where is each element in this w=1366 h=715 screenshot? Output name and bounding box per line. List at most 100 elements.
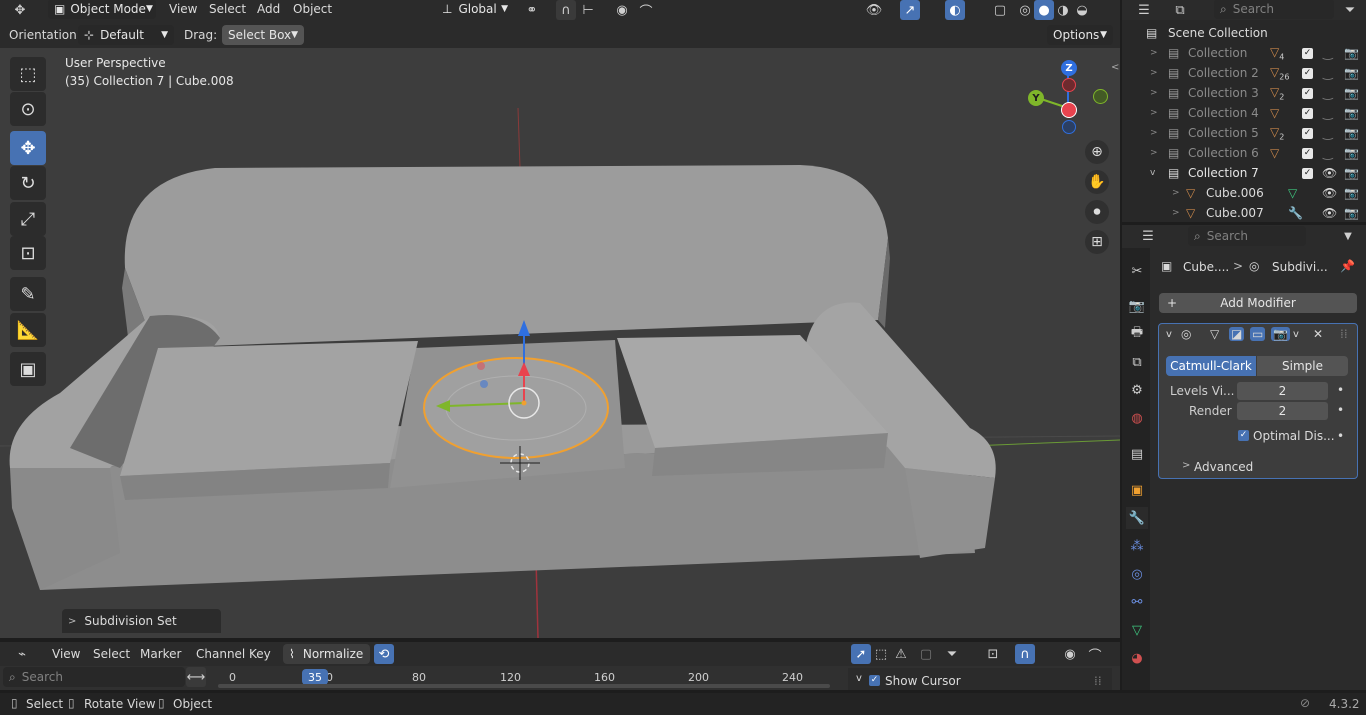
rotate-tool-icon[interactable]: ↻ [10,166,46,200]
mode-dropdown[interactable]: ▣ Object Mode ▼ [48,0,156,19]
transform-orientation-dropdown[interactable]: ⊥ Global ▼ [436,0,514,19]
exclude-checkbox[interactable]: ✓ [1302,147,1313,159]
proportional-edit-icon[interactable]: ◉ [612,0,632,20]
gizmo-toggle-icon[interactable]: ↗ [900,0,920,20]
xray-icon[interactable]: ▢ [990,0,1010,20]
viewport-3d[interactable]: User Perspective (35) Collection 7 | Cub… [0,48,1120,638]
visibility-hidden-icon[interactable]: ‿ [1323,106,1333,120]
visibility-hidden-icon[interactable]: ‿ [1323,146,1333,160]
collapse-chevron-icon[interactable]: v [1166,329,1172,340]
physics-tab-icon[interactable]: ◎ [1126,563,1148,585]
pin-icon[interactable]: 📌 [1340,259,1355,273]
timeline-scrollbar[interactable] [218,684,830,688]
proportional-icon[interactable]: ◉ [1060,644,1080,664]
gizmo-z-axis[interactable]: Z [1061,60,1077,76]
render-camera-icon[interactable]: 📷 [1344,46,1359,60]
outliner-row[interactable]: > ▤ Collection 6 ▽ ✓ ‿ 📷 [1124,143,1360,163]
render-camera-icon[interactable]: 📷 [1344,186,1359,200]
levels-viewport-field[interactable]: 2 [1237,382,1328,400]
timeline-menu-view[interactable]: View [52,645,80,663]
visibility-eye-icon[interactable]: 👁 [1322,186,1337,200]
outliner-row[interactable]: > ▤ Collection 3 ▽2 ✓ ‿ 📷 [1124,83,1360,103]
collection-tab-icon[interactable]: ▤ [1126,443,1148,465]
modifier-tab-icon[interactable]: 🔧 [1126,507,1148,529]
render-camera-icon[interactable]: 📷 [1344,86,1359,100]
edit-mode-toggle-icon[interactable]: ◪ [1229,327,1245,341]
menu-view[interactable]: View [169,0,197,18]
optimal-display-checkbox[interactable]: ✓ [1238,430,1249,441]
outliner-row[interactable]: > ▽ Cube.006 ▽ 👁 📷 [1124,183,1360,203]
timeline-menu-key[interactable]: Key [249,645,271,663]
scene-tab-icon[interactable]: ⚙ [1126,379,1148,401]
filter-icon[interactable]: ⏷ [1340,0,1360,20]
snapping-icon[interactable]: ∩ [1015,644,1035,664]
timeline-menu-channel[interactable]: Channel [196,645,245,663]
gizmo-z-axis-negative[interactable] [1062,120,1076,134]
measure-tool-icon[interactable]: 📐 [10,313,46,347]
perspective-grid-icon[interactable]: ⊞ [1085,230,1109,254]
last-operator-panel[interactable]: > Subdivision Set [62,609,221,633]
drag-handle-icon[interactable]: ⁞⁞ [1094,674,1102,688]
pan-hand-icon[interactable]: ✋ [1085,170,1109,194]
keyframe-dot-icon[interactable]: • [1337,429,1344,443]
pivot-icon[interactable]: ⚭ [522,0,542,20]
outliner-row[interactable]: > ▽ Cube.007 🔧 👁 📷 [1124,203,1360,223]
drag-dropdown[interactable]: Select Box ▼ [222,25,304,45]
material-tab-icon[interactable]: ◕ [1126,647,1148,669]
outliner-row[interactable]: > ▤ Collection ▽4 ✓ ‿ 📷 [1124,43,1360,63]
chevron-down-icon[interactable]: ▼ [1338,226,1358,246]
visibility-hidden-icon[interactable]: ‿ [1323,66,1333,80]
display-mode-icon[interactable]: ⧉ [1170,0,1190,20]
shading-rendered-icon[interactable]: ◒ [1072,0,1092,20]
show-hidden-icon[interactable]: ⬚ [871,644,891,664]
exclude-checkbox[interactable]: ✓ [1302,107,1313,119]
overlays-icon[interactable]: ◐ [945,0,965,20]
add-modifier-button[interactable]: + Add Modifier [1159,293,1357,313]
cursor-tool-icon[interactable]: ⊙ [10,92,46,126]
orientation-default-dropdown[interactable]: ⊹ Default ▼ [78,25,174,45]
visibility-hidden-icon[interactable]: ‿ [1323,86,1333,100]
visibility-hidden-icon[interactable]: ‿ [1323,46,1333,60]
world-tab-icon[interactable]: ◍ [1126,407,1148,429]
proportional-falloff-icon[interactable]: ⌒ [1085,644,1105,664]
keyframe-dot-icon[interactable]: • [1337,403,1344,417]
gizmo-x-axis-negative[interactable] [1062,78,1076,92]
gizmo-y-axis[interactable]: Y [1028,90,1044,106]
shading-solid-icon[interactable]: ● [1034,0,1054,20]
advanced-subpanel-label[interactable]: Advanced [1194,460,1253,474]
scale-tool-icon[interactable]: ⤢ [10,202,46,236]
annotate-tool-icon[interactable]: ✎ [10,277,46,311]
timeline-editor-icon[interactable]: ⌁ [12,644,32,664]
exclude-checkbox[interactable]: ✓ [1302,47,1313,59]
timeline-menu-select[interactable]: Select [93,645,130,663]
properties-editor-icon[interactable]: ☰ [1138,226,1158,246]
outliner-editor-icon[interactable]: ☰ [1134,0,1154,20]
visibility-icon[interactable]: 👁 [864,0,884,20]
render-tab-icon[interactable]: 📷 [1126,295,1148,317]
data-tab-icon[interactable]: ▽ [1126,619,1148,641]
panel-chevron-icon[interactable]: v [856,673,862,684]
breadcrumb-modifier[interactable]: Subdivi... [1272,260,1328,274]
exclude-checkbox[interactable]: ✓ [1302,127,1313,139]
falloff-icon[interactable]: ⌒ [636,0,656,20]
camera-view-icon[interactable]: ⏺ [1085,200,1109,224]
particles-tab-icon[interactable]: ⁂ [1126,535,1148,557]
render-camera-icon[interactable]: 📷 [1344,166,1359,180]
on-cage-icon[interactable]: ▽ [1210,327,1219,341]
options-dropdown[interactable]: Options ▼ [1047,25,1113,45]
exclude-checkbox[interactable]: ✓ [1302,87,1313,99]
outliner-row[interactable]: > ▤ Collection 5 ▽2 ✓ ‿ 📷 [1124,123,1360,143]
menu-add[interactable]: Add [257,0,280,18]
select-box-tool-icon[interactable]: ⬚ [10,57,46,91]
render-camera-icon[interactable]: 📷 [1344,106,1359,120]
object-tab-icon[interactable]: ▣ [1126,479,1148,501]
filter-toggle-icon[interactable]: ▢ [916,644,936,664]
show-errors-icon[interactable]: ⚠ [891,644,911,664]
render-camera-icon[interactable]: 📷 [1344,126,1359,140]
timeline-menu-marker[interactable]: Marker [140,645,181,663]
keyframe-dot-icon[interactable]: • [1337,383,1344,397]
swap-arrows-icon[interactable]: ⟷ [186,667,206,687]
simple-tab[interactable]: Simple [1257,356,1348,376]
transform-tool-icon[interactable]: ⊡ [10,236,46,270]
snap-icon[interactable]: ∩ [556,0,576,20]
